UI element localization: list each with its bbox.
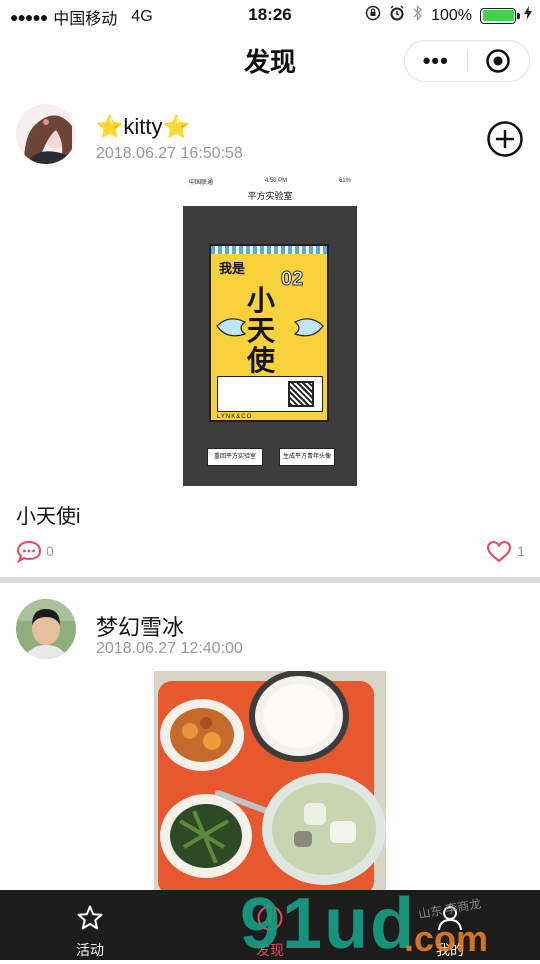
post-caption: 小天使i — [16, 506, 81, 528]
target-icon — [486, 49, 510, 73]
plus-circle-icon — [487, 121, 523, 157]
status-bar: ●●●●● 中国移动 4G 18:26 100% — [0, 0, 540, 30]
poster-number: 02 — [280, 268, 304, 291]
poster: 我是 02 小天使 LYNK&CO — [209, 244, 329, 422]
avatar[interactable] — [16, 104, 76, 164]
generate-avatar-button: 生成平方青年头像 — [279, 448, 335, 466]
tab-label: 活动 — [76, 942, 104, 958]
image-status-bar: 中国联通 4:50 PM 61% — [183, 174, 357, 188]
poster-brand: LYNK&CO — [217, 414, 253, 420]
alarm-icon — [389, 5, 405, 26]
bluetooth-icon — [413, 4, 423, 26]
post-date: 2018.06.27 16:50:58 — [96, 145, 243, 162]
image-time: 4:50 PM — [264, 178, 288, 184]
navigation-bar: 发现 ••• — [0, 30, 540, 90]
post-actions: 0 1 — [0, 536, 540, 566]
mini-program-capsule: ••• — [404, 40, 530, 82]
post-date: 2018.06.27 12:40:00 — [96, 640, 243, 657]
post-divider — [0, 577, 540, 583]
lock-rotation-icon — [365, 5, 381, 26]
comment-count: 0 — [46, 543, 54, 559]
poster-subtitle: 我是 — [219, 261, 246, 276]
avatar[interactable] — [16, 599, 76, 659]
star-icon — [77, 905, 103, 930]
like-button[interactable] — [486, 540, 512, 564]
image-carrier: 中国联通 — [189, 179, 214, 186]
comment-button[interactable] — [16, 540, 42, 564]
close-miniprogram-button[interactable] — [467, 48, 529, 74]
post-image[interactable] — [154, 671, 386, 891]
username[interactable]: 梦幻雪冰 — [96, 610, 184, 642]
more-button[interactable]: ••• — [405, 50, 467, 72]
image-title: 平方实验室 — [183, 188, 357, 206]
follow-button[interactable] — [486, 120, 524, 158]
battery-icon — [480, 7, 520, 24]
comment-icon — [16, 540, 42, 564]
watermark-logo: 91ud — [240, 884, 417, 964]
back-to-lab-button: 重回平方实验室 — [207, 448, 263, 466]
tab-activity[interactable]: 活动 — [0, 890, 180, 960]
like-count: 1 — [517, 543, 525, 559]
username[interactable]: ⭐kitty⭐ — [96, 114, 190, 140]
image-battery: 61% — [338, 178, 351, 184]
heart-icon — [486, 540, 512, 563]
battery-percent: 100% — [431, 6, 472, 24]
charging-icon — [524, 6, 532, 25]
watermark-suffix: .com — [404, 918, 489, 959]
wings-icon — [216, 318, 324, 337]
post-image[interactable]: 中国联通 4:50 PM 61% 平方实验室 我是 02 小天使 LYNK&CO… — [183, 174, 357, 486]
poster-text-box — [217, 376, 323, 412]
